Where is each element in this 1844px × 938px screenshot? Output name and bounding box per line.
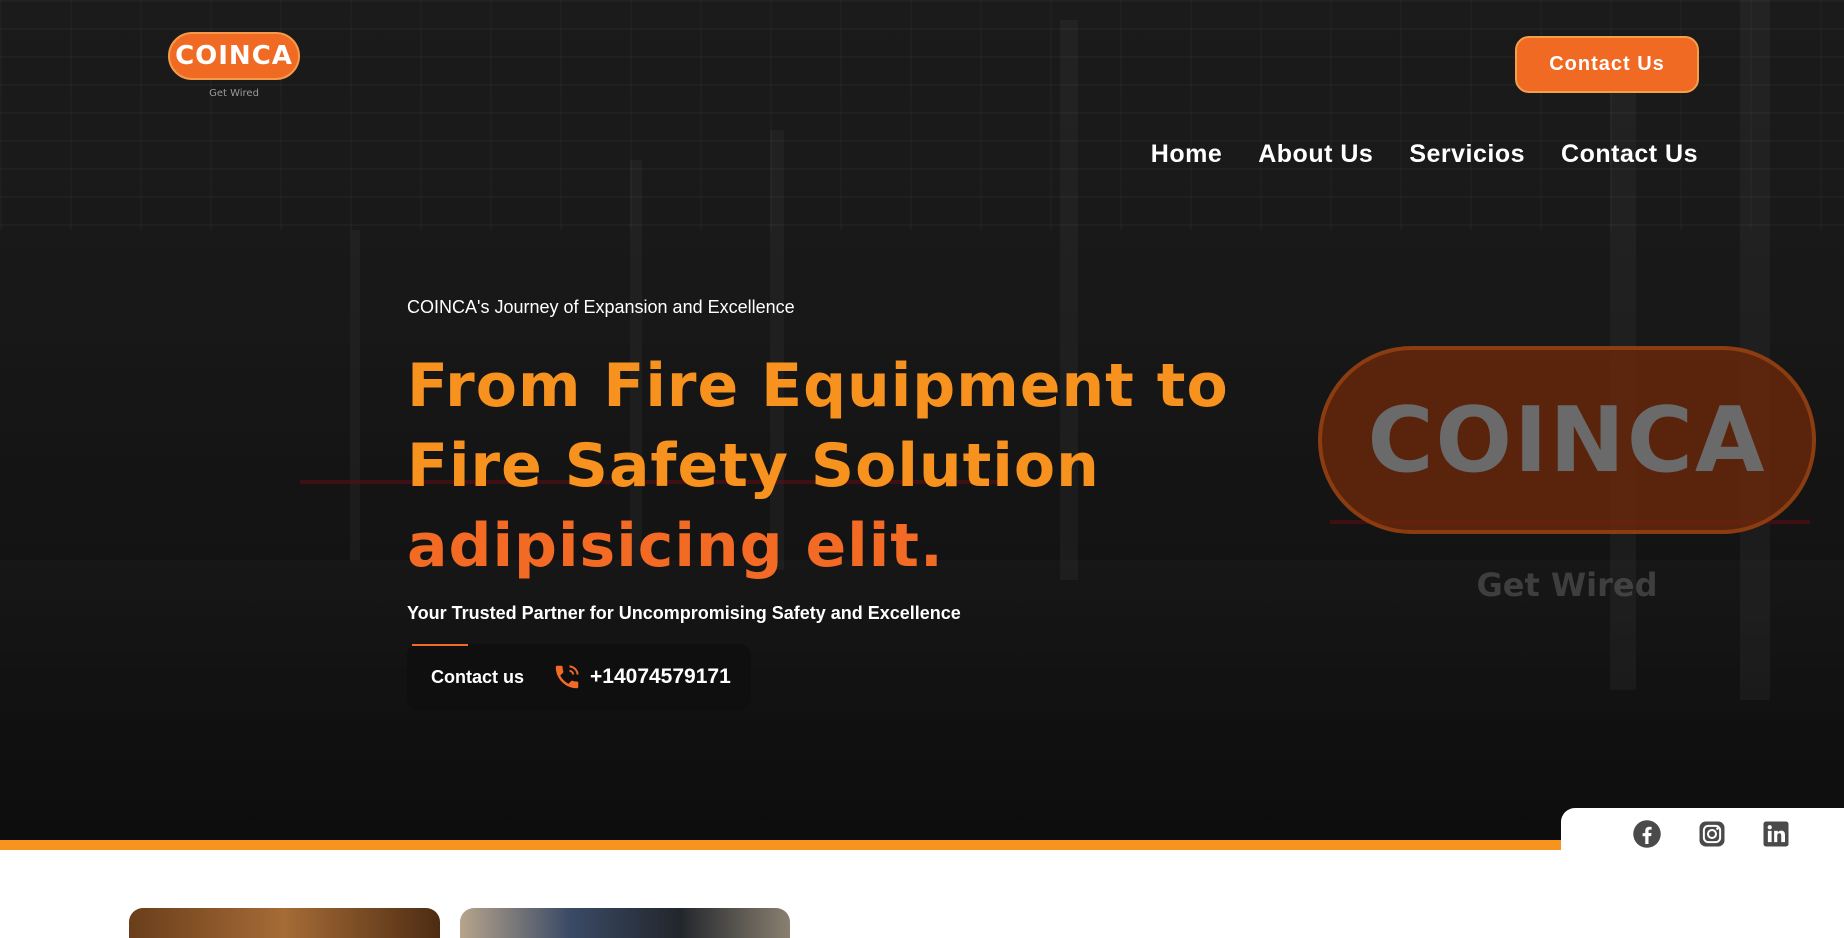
hero-headline: From Fire Equipment to Fire Safety Solut…: [407, 346, 1347, 586]
facebook-icon[interactable]: [1632, 819, 1662, 849]
instagram-icon[interactable]: [1697, 819, 1727, 849]
logo-text: COINCA: [175, 41, 293, 71]
linkedin-icon[interactable]: [1761, 819, 1791, 849]
nav-home[interactable]: Home: [1151, 140, 1222, 169]
gallery-card-image: [460, 908, 790, 938]
cta-box: Contact us +14074579171: [407, 644, 751, 710]
headline-main: From Fire Equipment to Fire Safety Solut…: [407, 351, 1229, 501]
hero-big-logo: COINCA: [1318, 346, 1816, 534]
nav-servicios[interactable]: Servicios: [1409, 140, 1525, 169]
hero-eyebrow: COINCA's Journey of Expansion and Excell…: [407, 297, 795, 317]
headline-accent: adipisicing elit.: [407, 511, 944, 581]
nav-about-us[interactable]: About Us: [1258, 140, 1373, 169]
big-logo-tagline: Get Wired: [1476, 566, 1658, 604]
nav-contact-us[interactable]: Contact Us: [1561, 140, 1698, 169]
header-contact-button[interactable]: Contact Us: [1515, 36, 1699, 93]
gallery-card-image: [129, 908, 440, 938]
logo[interactable]: COINCA: [168, 32, 300, 80]
phone-icon: [555, 665, 579, 689]
cta-accent-line: [412, 644, 468, 646]
phone-number[interactable]: +14074579171: [590, 665, 731, 689]
big-logo-text: COINCA: [1367, 387, 1767, 493]
hero-subline: Your Trusted Partner for Uncompromising …: [407, 603, 961, 623]
logo-tagline: Get Wired: [209, 88, 259, 99]
main-nav: Home About Us Servicios Contact Us: [1151, 140, 1698, 169]
social-panel: [1561, 808, 1844, 874]
cta-contact-button[interactable]: Contact us: [431, 667, 524, 688]
